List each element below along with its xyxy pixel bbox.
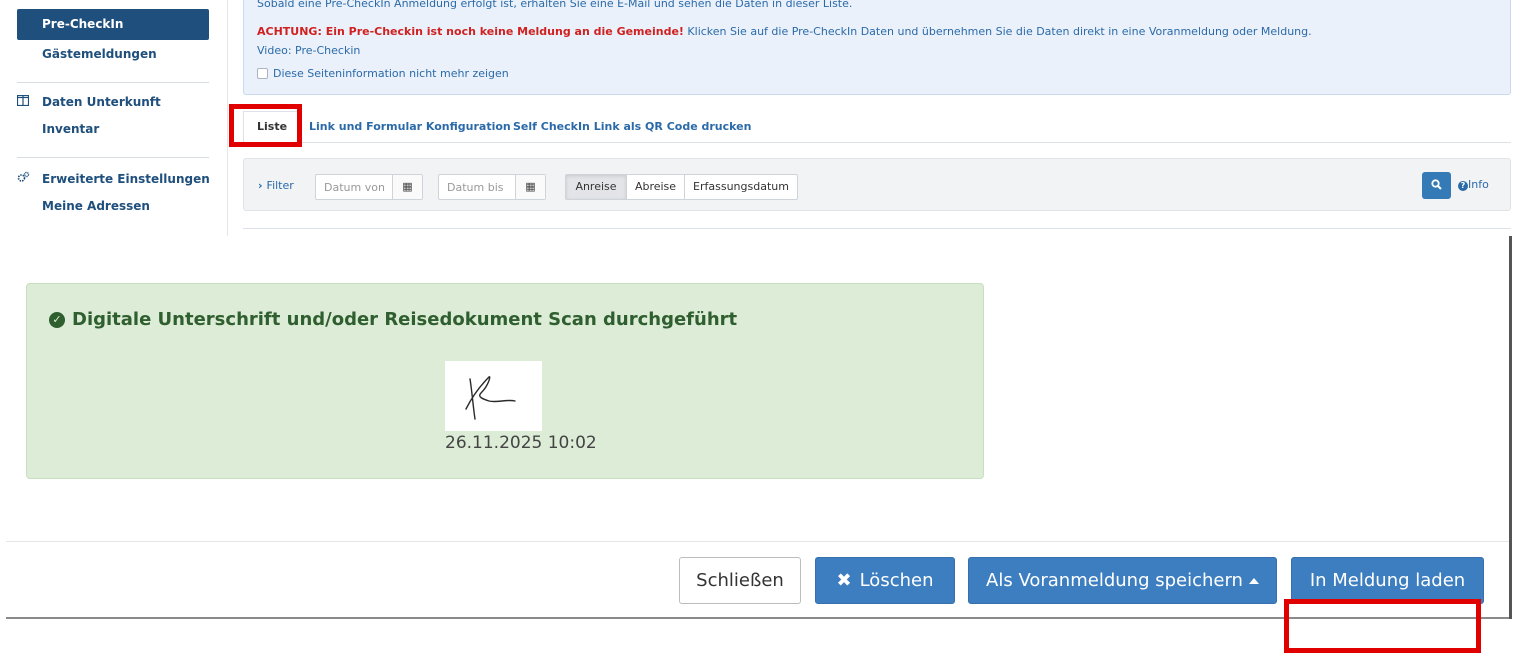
date-to-placeholder: Datum bis [447, 181, 504, 194]
success-alert: ✓ Digitale Unterschrift und/oder Reisedo… [26, 283, 984, 479]
info-link[interactable]: ? Info [1458, 178, 1489, 191]
close-button[interactable]: Schließen [679, 557, 801, 604]
segment-anreise[interactable]: Anreise [565, 174, 627, 200]
date-from-placeholder: Datum von [324, 181, 385, 194]
sidebar-item-pre-checkin[interactable]: Pre-CheckIn [17, 9, 209, 40]
info-warning-line: ACHTUNG: Ein Pre-Checkin ist noch keine … [257, 25, 1312, 38]
highlight-frame-liste [229, 104, 302, 147]
filter-label: Filter [266, 179, 294, 192]
info-text: Sobald eine Pre-CheckIn Anmeldung erfolg… [257, 0, 853, 10]
modal-edge [1509, 236, 1512, 619]
sidebar-item-inventar[interactable]: Inventar [42, 121, 99, 137]
delete-button[interactable]: ✖ Löschen [815, 557, 955, 604]
highlight-frame-load-button [1284, 599, 1481, 653]
sidebar-item-daten-unterkunft[interactable]: Daten Unterkunft [42, 94, 161, 110]
info-instruction-text: Klicken Sie auf die Pre-CheckIn Daten un… [683, 25, 1312, 38]
page-top-section: Pre-CheckIn Gästemeldungen Daten Unterku… [0, 0, 1520, 236]
signature-image [445, 361, 542, 431]
info-circle-icon: ? [1458, 181, 1468, 191]
calendar-icon[interactable]: ▦ [392, 175, 422, 199]
sidebar-item-gaestemeldungen[interactable]: Gästemeldungen [42, 46, 157, 62]
load-into-registration-button[interactable]: In Meldung laden [1291, 557, 1484, 604]
chevron-right-icon: › [258, 179, 263, 192]
signature-timestamp: 26.11.2025 10:02 [445, 433, 597, 453]
success-title-text: Digitale Unterschrift und/oder Reisedoku… [72, 309, 738, 330]
close-icon: ✖ [836, 570, 852, 591]
columns-icon [16, 94, 30, 109]
sidebar-divider [17, 157, 209, 158]
filter-toggle[interactable]: › Filter [258, 179, 294, 192]
date-from-input[interactable]: Datum von ▦ [315, 174, 423, 200]
sidebar: Pre-CheckIn Gästemeldungen Daten Unterku… [0, 0, 228, 236]
search-icon [1431, 179, 1442, 190]
checkbox[interactable] [257, 68, 268, 79]
calendar-icon[interactable]: ▦ [515, 175, 545, 199]
tab-link-und-formular-konfiguration[interactable]: Link und Formular Konfiguration [309, 120, 511, 133]
sidebar-item-label: Pre-CheckIn [42, 17, 124, 31]
modal-footer-divider [6, 541, 1509, 542]
warning-text: ACHTUNG: Ein Pre-Checkin ist noch keine … [257, 25, 684, 38]
segment-abreise[interactable]: Abreise [626, 174, 685, 200]
tab-self-checkin-qr-code[interactable]: Self CheckIn Link als QR Code drucken [513, 120, 751, 133]
tab-bar: Liste Link und Formular Konfiguration Se… [243, 111, 1511, 143]
checkbox-label: Diese Seiteninformation nicht mehr zeige… [273, 67, 509, 80]
success-title: ✓ Digitale Unterschrift und/oder Reisedo… [49, 309, 737, 330]
save-as-preregistration-label: Als Voranmeldung speichern [986, 570, 1243, 591]
save-as-preregistration-button[interactable]: Als Voranmeldung speichern [968, 557, 1277, 604]
sidebar-item-meine-adressen[interactable]: Meine Adressen [42, 198, 150, 214]
sidebar-item-erweiterte-einstellungen[interactable]: Erweiterte Einstellungen [42, 171, 210, 187]
filter-bar: › Filter Datum von ▦ Datum bis ▦ Anreise … [243, 158, 1511, 211]
date-to-input[interactable]: Datum bis ▦ [438, 174, 546, 200]
sidebar-divider [17, 82, 209, 83]
check-circle-icon: ✓ [49, 311, 65, 328]
hide-info-checkbox[interactable]: Diese Seiteninformation nicht mehr zeige… [257, 67, 509, 80]
page-info-box: Sobald eine Pre-CheckIn Anmeldung erfolg… [243, 0, 1511, 95]
divider [243, 228, 1511, 229]
delete-button-label: Löschen [859, 570, 934, 591]
cogs-icon [17, 171, 30, 186]
info-label: Info [1468, 178, 1489, 191]
segment-erfassungsdatum[interactable]: Erfassungsdatum [684, 174, 798, 200]
video-link[interactable]: Video: Pre-Checkin [257, 44, 360, 57]
search-button[interactable] [1422, 172, 1451, 199]
caret-up-icon [1248, 578, 1259, 584]
